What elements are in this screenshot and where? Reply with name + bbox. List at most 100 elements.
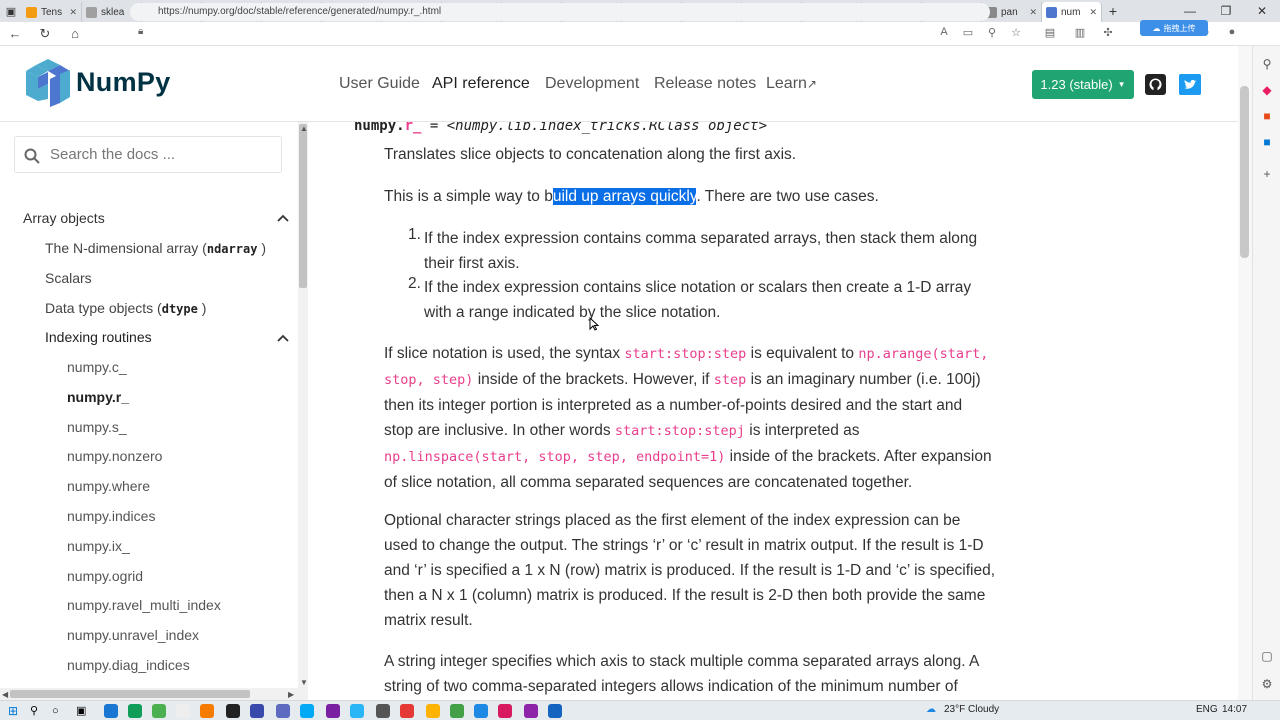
search-icon[interactable]: ⚲: [30, 704, 44, 718]
add-icon[interactable]: +: [1259, 166, 1275, 182]
tab-close-icon[interactable]: ✕: [69, 7, 77, 18]
scroll-up-arrow-icon[interactable]: ▲: [300, 124, 308, 133]
office-icon[interactable]: ■: [1259, 108, 1275, 124]
task-view-icon[interactable]: ▣: [76, 704, 90, 718]
app-icon[interactable]: [474, 704, 488, 718]
upload-badge[interactable]: ☁ 拖拽上传: [1140, 20, 1208, 36]
chevron-up-icon[interactable]: [277, 334, 289, 342]
sidebar-item-numpy-diag-indices[interactable]: numpy.diag_indices: [67, 657, 190, 673]
app-icon[interactable]: [498, 704, 512, 718]
sidebar-item-indexing-routines[interactable]: Indexing routines: [45, 329, 152, 345]
app-icon[interactable]: [548, 704, 562, 718]
clock[interactable]: 14:07: [1222, 704, 1247, 715]
sidebar-item-numpy-r-[interactable]: numpy.r_: [67, 389, 129, 405]
scroll-left-arrow-icon[interactable]: ◀: [2, 690, 8, 699]
edge-icon[interactable]: [104, 704, 118, 718]
nav-user-guide[interactable]: User Guide: [339, 75, 420, 93]
app-icon[interactable]: [524, 704, 538, 718]
scroll-right-arrow-icon[interactable]: ▶: [288, 690, 294, 699]
sidebar-horizontal-scrollbar-thumb[interactable]: [10, 690, 250, 698]
app-icon[interactable]: [300, 704, 314, 718]
app-icon[interactable]: [376, 704, 390, 718]
nav-release-notes[interactable]: Release notes: [654, 75, 756, 93]
favorite-icon[interactable]: ☆: [1008, 26, 1024, 39]
page-scrollbar-thumb[interactable]: [1240, 86, 1249, 258]
sidebar-scrollbar-thumb[interactable]: [299, 124, 307, 288]
scroll-down-arrow-icon[interactable]: ▼: [300, 678, 308, 687]
tab-close-icon[interactable]: ✕: [1089, 7, 1097, 18]
version-switcher-button[interactable]: 1.23 (stable) ▼: [1032, 70, 1134, 99]
sidebar-item-dtype[interactable]: Data type objects (dtype ): [45, 300, 206, 316]
read-aloud-icon[interactable]: A: [936, 26, 952, 38]
sidebar-section-array-objects[interactable]: Array objects: [23, 210, 105, 226]
numpy-logo-icon[interactable]: [24, 57, 72, 107]
minimize-button[interactable]: —: [1172, 0, 1208, 22]
sidebar-toggle-icon[interactable]: ▢: [1259, 648, 1275, 664]
sidebar-item-numpy-s-[interactable]: numpy.s_: [67, 419, 127, 435]
url-field[interactable]: https://numpy.org/doc/stable/reference/g…: [130, 3, 990, 21]
text-selection[interactable]: uild up arrays quickly: [552, 188, 697, 205]
extension-icon[interactable]: ▤: [1042, 26, 1058, 39]
sidebar-item-ndarray[interactable]: The N-dimensional array (ndarray ): [45, 240, 266, 256]
text: of slice notation, all comma separated s…: [384, 474, 913, 491]
app-icon[interactable]: [200, 704, 214, 718]
sidebar-item-numpy-unravel-index[interactable]: numpy.unravel_index: [67, 627, 199, 643]
search-icon[interactable]: ⚲: [1259, 56, 1275, 72]
intro-text-before: This is a simple way to b: [384, 188, 553, 205]
sidebar-item-numpy-indices[interactable]: numpy.indices: [67, 508, 155, 524]
app-icon[interactable]: [250, 704, 264, 718]
app-icon[interactable]: [450, 704, 464, 718]
twitter-icon[interactable]: [1179, 74, 1201, 95]
brand-name[interactable]: NumPy: [76, 67, 171, 98]
text-line: used to change the output. The strings ‘…: [384, 537, 984, 554]
sidebar-item-scalars[interactable]: Scalars: [45, 270, 92, 286]
teams-icon[interactable]: [276, 704, 290, 718]
zoom-icon[interactable]: ⚲: [984, 26, 1000, 39]
start-icon[interactable]: ⊞: [8, 704, 22, 718]
text: stop are inclusive. In other words: [384, 422, 615, 439]
sidebar-item-numpy-ix-[interactable]: numpy.ix_: [67, 538, 130, 554]
github-icon[interactable]: [1145, 74, 1166, 95]
app-icon[interactable]: [400, 704, 414, 718]
app-icon[interactable]: [152, 704, 166, 718]
extension2-icon[interactable]: ▥: [1072, 26, 1088, 39]
refresh-icon[interactable]: ↻: [30, 26, 60, 42]
outlook-icon[interactable]: ■: [1259, 134, 1275, 150]
app-icon[interactable]: [350, 704, 364, 718]
home-icon[interactable]: ⌂: [60, 26, 90, 41]
back-icon[interactable]: ←: [0, 26, 30, 41]
new-tab-button[interactable]: +: [1102, 3, 1124, 19]
settings-icon[interactable]: ⚙: [1259, 676, 1275, 692]
sidebar-item-numpy-nonzero[interactable]: numpy.nonzero: [67, 448, 162, 464]
browser-tab[interactable]: Tens ✕: [22, 2, 82, 22]
maximize-button[interactable]: ❐: [1208, 0, 1244, 22]
app-icon[interactable]: [128, 704, 142, 718]
list-item-line: If the index expression contains comma s…: [424, 230, 978, 247]
close-window-button[interactable]: ✕: [1244, 0, 1280, 22]
terminal-icon[interactable]: [226, 704, 240, 718]
app-icon[interactable]: [176, 704, 190, 718]
chevron-up-icon[interactable]: [277, 214, 289, 222]
tools-icon[interactable]: ◆: [1259, 82, 1275, 98]
window-menu-icon[interactable]: ▣: [0, 0, 22, 22]
cloud-icon: ☁: [1152, 23, 1161, 33]
profile-avatar[interactable]: ●: [1224, 26, 1240, 38]
weather-text[interactable]: 23°F Cloudy: [944, 704, 999, 715]
browser-tab[interactable]: pan ✕: [982, 2, 1042, 22]
nav-learn[interactable]: Learn↗: [766, 75, 817, 93]
app-icon[interactable]: [426, 704, 440, 718]
language-indicator[interactable]: ENG: [1196, 704, 1218, 715]
sidebar-item-numpy-ogrid[interactable]: numpy.ogrid: [67, 568, 143, 584]
sidebar-item-numpy-where[interactable]: numpy.where: [67, 478, 150, 494]
immersive-reader-icon[interactable]: ▭: [960, 26, 976, 39]
text: is equivalent to: [746, 345, 859, 362]
sidebar-item-numpy-ravel-multi-index[interactable]: numpy.ravel_multi_index: [67, 597, 221, 613]
nav-api-reference[interactable]: API reference: [432, 75, 530, 93]
browser-tab[interactable]: num ✕: [1042, 2, 1102, 22]
tab-close-icon[interactable]: ✕: [1029, 7, 1037, 18]
extensions-puzzle-icon[interactable]: ✣: [1100, 26, 1116, 39]
cortana-icon[interactable]: ○: [52, 704, 66, 718]
sidebar-item-numpy-c-[interactable]: numpy.c_: [67, 359, 127, 375]
onenote-icon[interactable]: [326, 704, 340, 718]
nav-development[interactable]: Development: [545, 75, 639, 93]
